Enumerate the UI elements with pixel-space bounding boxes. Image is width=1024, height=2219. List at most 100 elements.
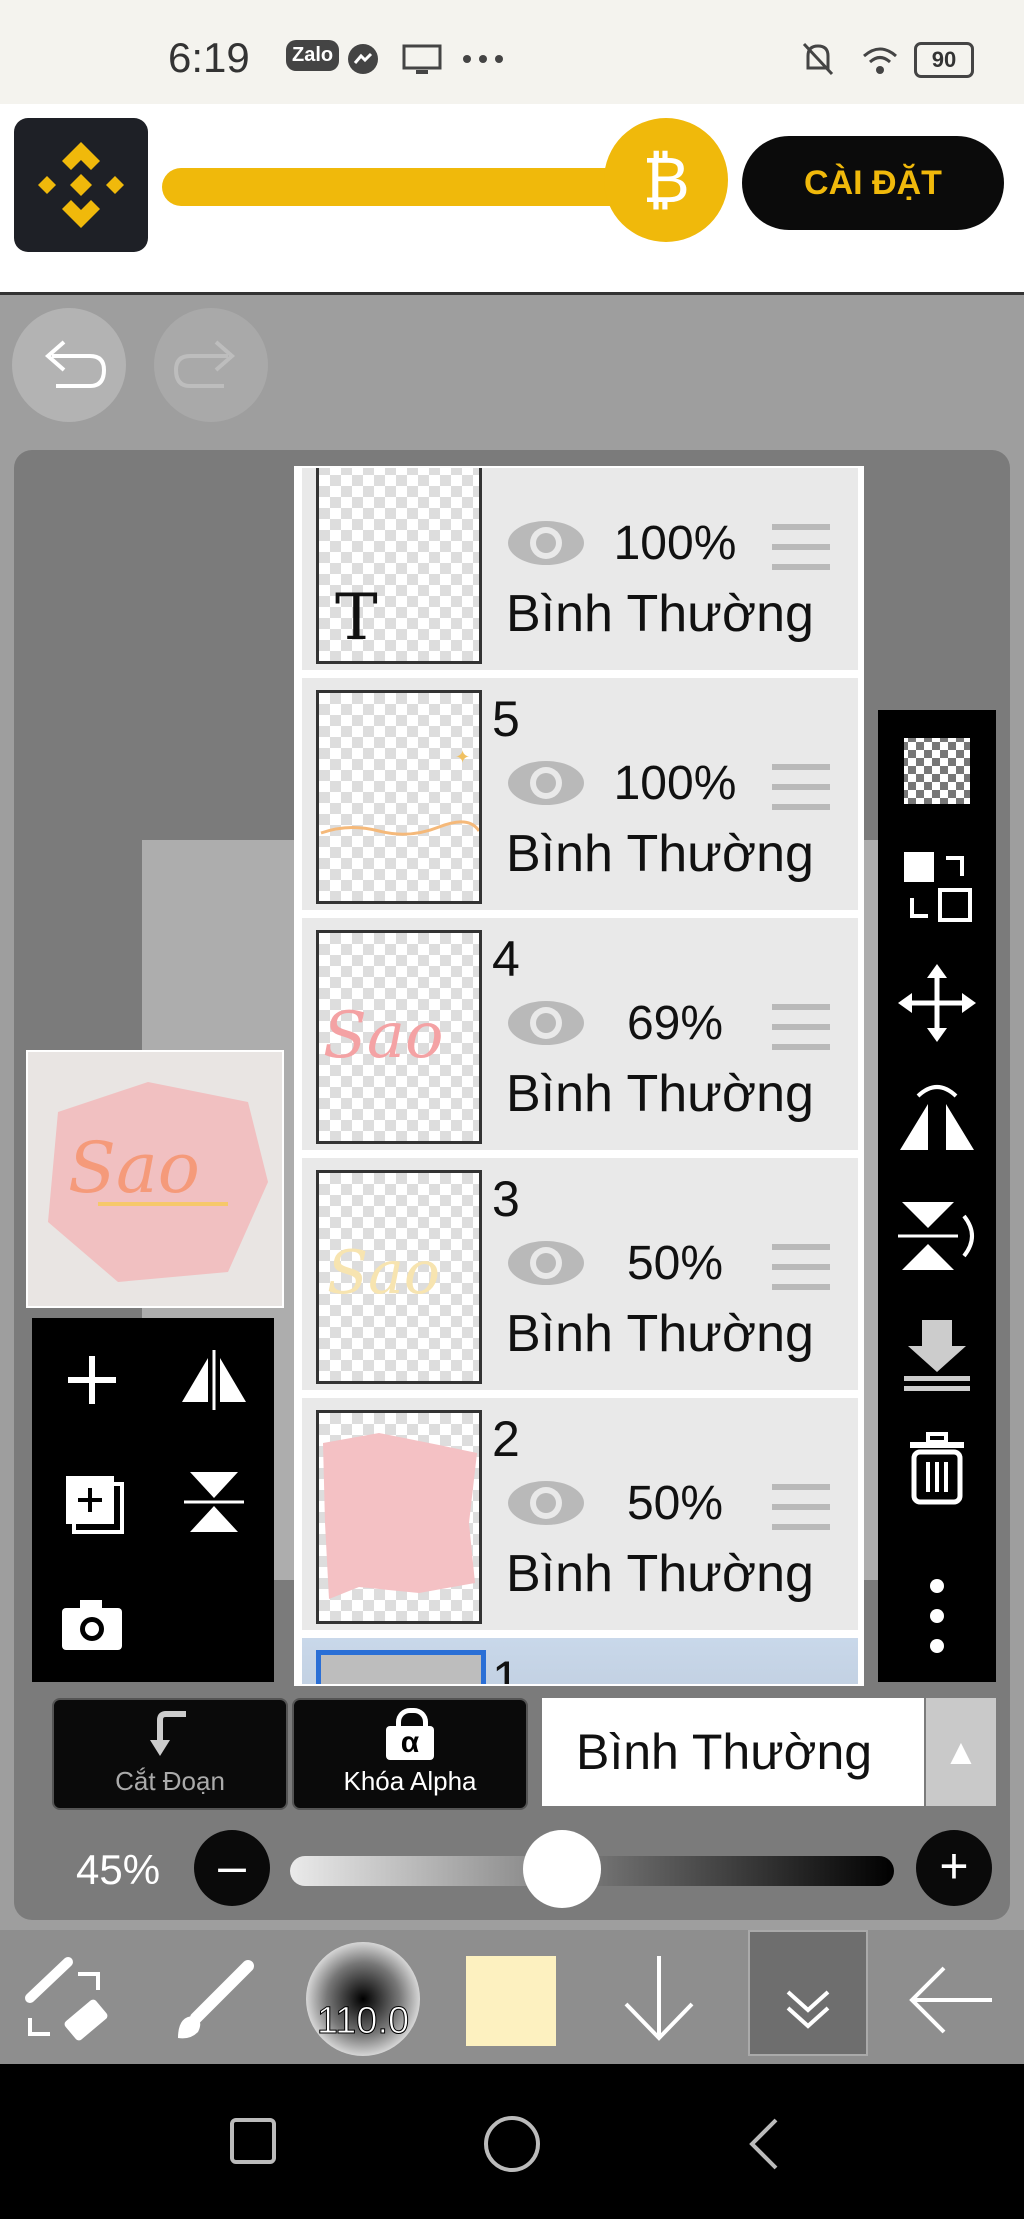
drag-handle-icon[interactable]: [772, 524, 830, 570]
redo-icon: [173, 340, 236, 388]
layer-thumbnail: T: [316, 468, 482, 664]
preview-artwork: Sao: [48, 1082, 268, 1282]
recents-icon[interactable]: [230, 2118, 276, 2164]
visibility-eye-icon[interactable]: [506, 518, 586, 568]
layer-blend-mode: Bình Thường: [506, 1305, 814, 1363]
arrow-down-icon[interactable]: [614, 1950, 704, 2046]
layer-thumbnail: [316, 1410, 482, 1624]
delete-layer-button[interactable]: [892, 1422, 982, 1512]
ad-banner[interactable]: ₿ CÀI ĐẶT: [0, 104, 1024, 295]
layer-blend-mode: Bình Thường: [506, 825, 814, 883]
layer-row-1[interactable]: 1: [302, 1638, 858, 1684]
layer-opacity: 100%: [613, 517, 737, 570]
flip-horizontal-icon: [182, 1350, 246, 1410]
move-button[interactable]: [892, 958, 982, 1048]
ad-progress-track: [162, 168, 662, 206]
visibility-eye-icon[interactable]: [506, 998, 586, 1048]
layers-toggle-button[interactable]: [748, 1930, 868, 2056]
alpha-lock-button[interactable]: α Khóa Alpha: [292, 1698, 528, 1810]
brush-size-button[interactable]: 110.0: [306, 1942, 420, 2056]
layer-thumbnail: Sao: [316, 930, 482, 1144]
redo-button[interactable]: [154, 308, 268, 422]
flip-layer-horizontal-button[interactable]: [174, 1340, 254, 1420]
lock-icon: α: [386, 1708, 434, 1760]
more-dots-icon: [463, 55, 503, 63]
merge-down-icon: [904, 1320, 970, 1391]
visibility-eye-icon[interactable]: [506, 1478, 586, 1528]
layer-list[interactable]: T 100% Bình Thường ✦ 5 100% Bình Thường …: [294, 466, 864, 1686]
layer-opacity: 100%: [613, 757, 737, 810]
clipping-label: Cắt Đoạn: [115, 1766, 225, 1796]
layer-number: 2: [492, 1411, 520, 1467]
blend-mode-select[interactable]: Bình Thường: [542, 1698, 924, 1806]
visibility-eye-icon[interactable]: [506, 758, 586, 808]
opacity-label: 45%: [76, 1846, 161, 1893]
opacity-increase-button[interactable]: +: [916, 1830, 992, 1906]
add-layer-icon: [68, 1356, 116, 1404]
flip-layer-vertical-button[interactable]: [174, 1462, 254, 1542]
layer-row-text[interactable]: T 100% Bình Thường: [302, 468, 858, 676]
visibility-eye-icon[interactable]: [506, 1238, 586, 1288]
install-button[interactable]: CÀI ĐẶT: [742, 136, 1004, 230]
add-image-layer-button[interactable]: [52, 1462, 132, 1542]
bottom-toolbar: 110.0: [0, 1930, 1024, 2064]
drag-handle-icon[interactable]: [772, 1484, 830, 1530]
system-back-icon[interactable]: [744, 2116, 784, 2172]
svg-text:✦: ✦: [455, 747, 470, 767]
flip-horizontal-icon: [900, 1085, 974, 1150]
canvas-preview[interactable]: Sao: [26, 1050, 284, 1308]
status-time: 6:19: [168, 34, 250, 81]
drag-handle-icon[interactable]: [772, 1244, 830, 1290]
merge-down-button[interactable]: [892, 1306, 982, 1396]
layer-number: 4: [492, 931, 520, 987]
add-image-layer-icon: [66, 1476, 124, 1534]
layer-blend-mode: Bình Thường: [506, 1065, 814, 1123]
layer-row-4[interactable]: Sao 4 69% Bình Thường: [302, 918, 858, 1156]
drag-handle-icon[interactable]: [772, 1004, 830, 1050]
undo-icon: [44, 340, 107, 388]
layer-row-5[interactable]: ✦ 5 100% Bình Thường: [302, 678, 858, 916]
transparency-icon: [904, 738, 970, 804]
transparency-button[interactable]: [892, 726, 982, 816]
add-layer-button[interactable]: [52, 1340, 132, 1420]
left-tool-panel: [32, 1318, 274, 1682]
zalo-icon: Zalo: [286, 40, 340, 71]
status-bar: 6:19 Zalo 90: [0, 0, 1024, 104]
color-swatch[interactable]: [466, 1956, 556, 2046]
svg-text:Sao: Sao: [327, 1238, 440, 1308]
clipping-button[interactable]: Cắt Đoạn: [52, 1698, 288, 1810]
more-options-button[interactable]: [892, 1572, 982, 1662]
layer-row-2[interactable]: 2 50% Bình Thường: [302, 1398, 858, 1636]
alpha-glyph: α: [386, 1726, 434, 1760]
flip-horizontal-button[interactable]: [892, 1074, 982, 1164]
layer-thumbnail: ✦: [316, 690, 482, 904]
alpha-lock-label: Khóa Alpha: [343, 1766, 477, 1796]
layer-blend-mode: Bình Thường: [506, 585, 814, 643]
brush-icon[interactable]: [170, 1954, 262, 2044]
layer-copy-button[interactable]: [892, 842, 982, 932]
layer-thumbnail: [316, 1650, 486, 1684]
opacity-slider-knob[interactable]: [522, 1830, 601, 1908]
home-icon[interactable]: [484, 2116, 540, 2172]
layer-number: 5: [492, 691, 520, 747]
undo-button[interactable]: [12, 308, 126, 422]
right-tool-panel: [878, 710, 996, 1682]
opacity-decrease-button[interactable]: –: [194, 1830, 270, 1906]
back-arrow-icon[interactable]: [904, 1960, 996, 2040]
drag-handle-icon[interactable]: [772, 764, 830, 810]
move-icon: [898, 964, 976, 1042]
layer-opacity: 50%: [626, 1237, 724, 1290]
blend-mode-dropdown-arrow-icon[interactable]: ▲: [926, 1698, 996, 1806]
layer-opacity: 69%: [626, 997, 724, 1050]
camera-button[interactable]: [52, 1584, 132, 1664]
flip-vertical-icon: [184, 1472, 244, 1532]
layer-copy-icon: [904, 852, 972, 922]
layer-opacity: 50%: [626, 1477, 724, 1530]
tool-switch-icon[interactable]: [22, 1954, 114, 2044]
layer-row-3[interactable]: Sao 3 50% Bình Thường: [302, 1158, 858, 1396]
camera-icon: [62, 1600, 122, 1650]
binance-logo: [14, 118, 148, 252]
flip-vertical-button[interactable]: [892, 1190, 982, 1280]
notifications-off-icon: [802, 42, 834, 76]
double-chevron-down-icon: [786, 1990, 830, 2029]
